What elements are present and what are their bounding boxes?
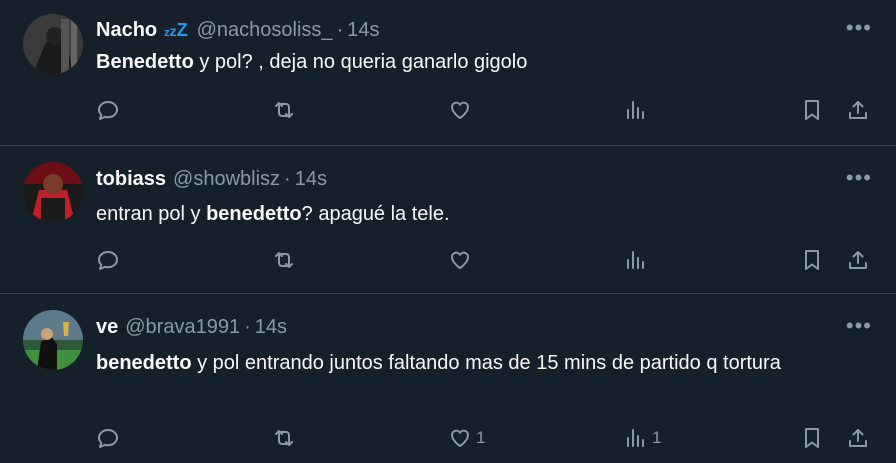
display-name[interactable]: tobiass xyxy=(96,167,166,191)
views-button[interactable] xyxy=(624,246,652,274)
separator-dot: · xyxy=(244,316,251,338)
tweet-text: entran pol y benedetto? apagué la tele. xyxy=(96,203,450,225)
user-handle[interactable]: @showblisz xyxy=(173,167,280,191)
tweet-actions: 1 1 xyxy=(96,424,882,452)
tweet[interactable]: ve @brava1991 · 14s ••• benedetto y pol … xyxy=(0,294,896,463)
bookmark-button[interactable] xyxy=(800,96,824,124)
like-button[interactable]: 1 xyxy=(448,424,485,452)
reply-icon xyxy=(98,429,118,448)
timestamp[interactable]: 14s xyxy=(347,18,379,42)
reply-button[interactable] xyxy=(96,424,124,452)
share-icon xyxy=(849,101,867,119)
share-icon xyxy=(849,251,867,269)
analytics-icon xyxy=(627,101,644,119)
share-button[interactable] xyxy=(846,424,870,452)
avatar[interactable] xyxy=(23,162,83,222)
bookmark-icon xyxy=(805,100,819,120)
tweet[interactable]: Nacho zzZ @nachosoliss_ · 14s ••• Benede… xyxy=(0,0,896,146)
more-options-icon[interactable]: ••• xyxy=(846,167,872,189)
retweet-icon xyxy=(275,252,293,268)
reply-button[interactable] xyxy=(96,96,124,124)
like-button[interactable] xyxy=(448,96,476,124)
reply-button[interactable] xyxy=(96,246,124,274)
tweet-actions xyxy=(96,246,882,274)
reply-icon xyxy=(98,251,118,270)
share-button[interactable] xyxy=(846,96,870,124)
timestamp[interactable]: 14s xyxy=(295,167,327,191)
share-icon xyxy=(849,429,867,447)
display-name[interactable]: ve xyxy=(96,315,118,339)
tweet[interactable]: tobiass @showblisz · 14s ••• entran pol … xyxy=(0,146,896,294)
more-options-icon[interactable]: ••• xyxy=(846,17,872,39)
retweet-icon xyxy=(275,430,293,446)
bookmark-button[interactable] xyxy=(800,246,824,274)
analytics-icon xyxy=(627,429,644,447)
retweet-button[interactable] xyxy=(272,246,300,274)
separator-dot: · xyxy=(336,19,344,41)
bookmark-icon xyxy=(805,250,819,270)
heart-icon xyxy=(450,101,470,119)
sleeping-icon: zzZ xyxy=(164,20,188,40)
retweet-button[interactable] xyxy=(272,424,300,452)
bookmark-button[interactable] xyxy=(800,424,824,452)
heart-icon xyxy=(450,429,470,447)
separator-dot: · xyxy=(284,168,291,190)
like-count: 1 xyxy=(476,428,486,447)
view-count: 1 xyxy=(652,428,662,447)
views-button[interactable]: 1 xyxy=(624,424,661,452)
reply-icon xyxy=(98,101,118,120)
views-button[interactable] xyxy=(624,96,652,124)
avatar[interactable] xyxy=(23,14,83,74)
user-handle[interactable]: @nachosoliss_ xyxy=(197,18,333,42)
avatar[interactable] xyxy=(23,310,83,370)
bookmark-icon xyxy=(805,428,819,448)
share-button[interactable] xyxy=(846,246,870,274)
heart-icon xyxy=(450,251,470,269)
tweet-text: benedetto y pol entrando juntos faltando… xyxy=(96,352,781,374)
user-handle[interactable]: @brava1991 xyxy=(125,315,240,339)
display-name[interactable]: Nacho xyxy=(96,18,157,42)
retweet-button[interactable] xyxy=(272,96,300,124)
tweet-actions xyxy=(96,96,882,124)
timestamp[interactable]: 14s xyxy=(255,315,287,339)
more-options-icon[interactable]: ••• xyxy=(846,315,872,337)
analytics-icon xyxy=(627,251,644,269)
tweet-text: Benedetto y pol? , deja no queria ganarl… xyxy=(96,51,528,73)
retweet-icon xyxy=(275,102,293,118)
like-button[interactable] xyxy=(448,246,476,274)
